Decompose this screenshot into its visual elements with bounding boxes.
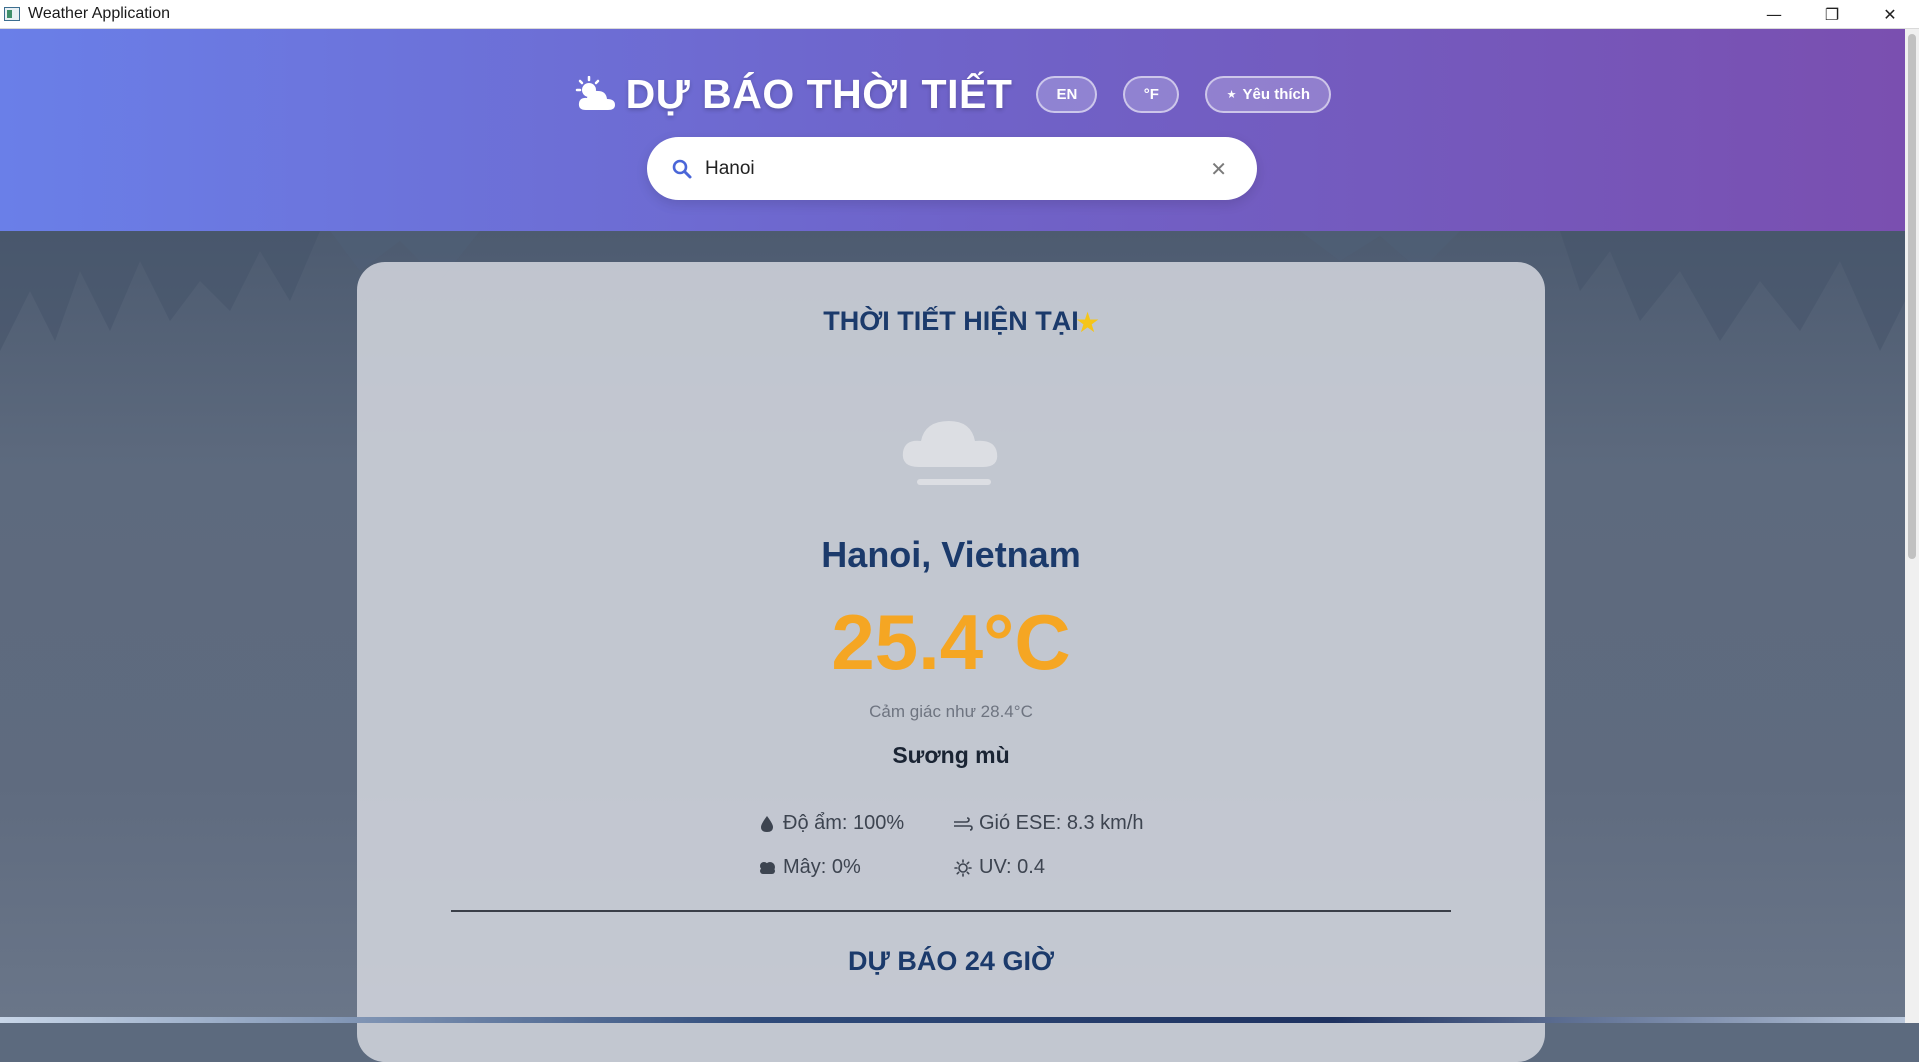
- current-weather-title: THỜI TIẾT HIỆN TẠI: [823, 306, 1079, 336]
- uv-text: UV: 0.4: [979, 856, 1045, 878]
- feels-like: Cảm giác như 28.4°C: [869, 702, 1033, 721]
- favorites-button-label: Yêu thích: [1242, 86, 1311, 103]
- star-icon: ★: [1226, 89, 1237, 101]
- restore-button[interactable]: ❐: [1803, 0, 1861, 29]
- weather-condition: Sương mù: [892, 742, 1010, 768]
- unit-toggle-button[interactable]: °F: [1123, 76, 1180, 113]
- wind-detail: Gió ESE: 8.3 km/h: [953, 812, 1144, 835]
- search-bar[interactable]: ✕: [647, 137, 1257, 200]
- favorites-button[interactable]: ★ Yêu thích: [1205, 76, 1332, 113]
- window-titlebar: Weather Application — ❐ ✕: [0, 0, 1919, 29]
- humidity-detail: Độ ẩm: 100%: [757, 812, 904, 835]
- current-weather-card: THỜI TIẾT HIỆN TẠI ★ Hanoi, Vietnam 25.4…: [357, 262, 1545, 1062]
- wind-text: Gió ESE: 8.3 km/h: [979, 812, 1144, 834]
- scrollbar-thumb[interactable]: [1908, 34, 1916, 559]
- favorite-star-icon[interactable]: ★: [1075, 306, 1100, 339]
- taskbar-edge: [0, 1017, 1905, 1023]
- cloud-text: Mây: 0%: [783, 856, 861, 878]
- minimize-button[interactable]: —: [1745, 0, 1803, 29]
- app-icon: [4, 7, 20, 21]
- fog-icon: [902, 421, 998, 485]
- vertical-scrollbar[interactable]: [1905, 29, 1919, 1023]
- temperature: 25.4°C: [831, 598, 1071, 686]
- clear-search-icon[interactable]: ✕: [1210, 157, 1227, 182]
- sun-cloud-icon: [575, 75, 615, 110]
- window-controls: — ❐ ✕: [1745, 0, 1919, 29]
- language-toggle-button[interactable]: EN: [1036, 76, 1098, 113]
- brand: DỰ BÁO THỜI TIẾT: [574, 71, 1013, 118]
- app-header: DỰ BÁO THỜI TIẾT EN °F ★ Yêu thích ✕: [0, 29, 1905, 231]
- app-title: DỰ BÁO THỜI TIẾT: [625, 71, 1013, 117]
- cloud-detail: Mây: 0%: [757, 856, 861, 879]
- forecast-24h-title: DỰ BÁO 24 GIỜ: [848, 946, 1054, 976]
- location-name: Hanoi, Vietnam: [821, 534, 1081, 575]
- window-title: Weather Application: [28, 5, 171, 22]
- search-icon: [672, 159, 692, 178]
- section-divider: [451, 910, 1451, 912]
- humidity-text: Độ ẩm: 100%: [783, 812, 905, 834]
- uv-detail: UV: 0.4: [953, 856, 1045, 879]
- header-row: DỰ BÁO THỜI TIẾT EN °F ★ Yêu thích: [0, 71, 1905, 118]
- sun-icon: [954, 858, 972, 877]
- wind-icon: [954, 816, 973, 831]
- search-input[interactable]: [703, 156, 1187, 181]
- clouds-icon: [760, 861, 775, 874]
- close-button[interactable]: ✕: [1861, 0, 1919, 29]
- droplet-icon: [761, 815, 773, 832]
